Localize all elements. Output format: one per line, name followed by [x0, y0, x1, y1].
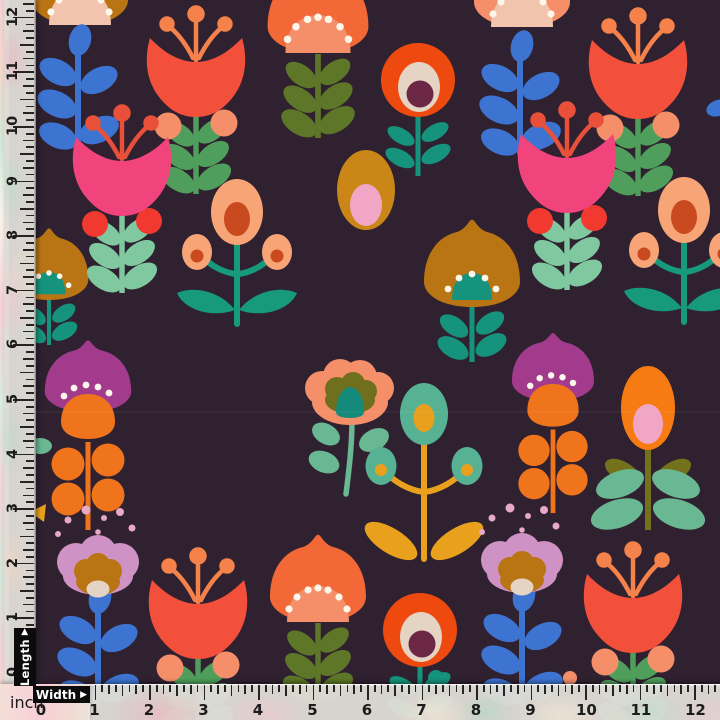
h-ruler-number: 3 — [195, 701, 213, 719]
length-label-tag: Length ▶ — [14, 628, 36, 686]
v-ruler-number: 12 — [5, 7, 21, 27]
h-ruler-number: 9 — [522, 701, 540, 719]
h-ruler-number: 7 — [413, 701, 431, 719]
h-ruler-number: 8 — [467, 701, 485, 719]
v-ruler-number: 2 — [5, 553, 21, 573]
length-label-text: Length — [18, 639, 32, 686]
width-label-text: Width — [36, 688, 76, 702]
h-ruler-number: 5 — [304, 701, 322, 719]
v-ruler-number: 3 — [5, 498, 21, 518]
v-ruler-number: 6 — [5, 334, 21, 354]
h-ruler-number: 12 — [685, 701, 703, 719]
v-ruler-number: 10 — [5, 116, 21, 136]
h-ruler-number: 0 — [32, 701, 50, 719]
v-ruler-number: 4 — [5, 444, 21, 464]
h-ruler-number: 6 — [358, 701, 376, 719]
horizontal-ruler: 123456789101112 — [90, 684, 720, 720]
vertical-ruler: 0123456789101112 — [4, 0, 36, 686]
fabric-swatch-mockup: 0123456789101112 Length ▶ 12345678910111… — [0, 0, 720, 720]
v-ruler-number: 1 — [5, 607, 21, 627]
h-ruler-number: 10 — [576, 701, 594, 719]
v-ruler-number: 8 — [5, 225, 21, 245]
fabric-pattern — [0, 0, 720, 720]
arrow-up-icon: ▶ — [20, 628, 30, 635]
h-ruler-number: 11 — [631, 701, 649, 719]
width-label-tag: Width ▶ — [33, 686, 90, 703]
v-ruler-number: 5 — [5, 389, 21, 409]
v-ruler-number: 7 — [5, 280, 21, 300]
h-ruler-number: 2 — [140, 701, 158, 719]
v-ruler-number: 11 — [5, 61, 21, 81]
v-ruler-number: 9 — [5, 171, 21, 191]
h-ruler-number: 4 — [249, 701, 267, 719]
arrow-right-icon: ▶ — [80, 690, 87, 700]
motif-egg-small — [337, 150, 395, 230]
